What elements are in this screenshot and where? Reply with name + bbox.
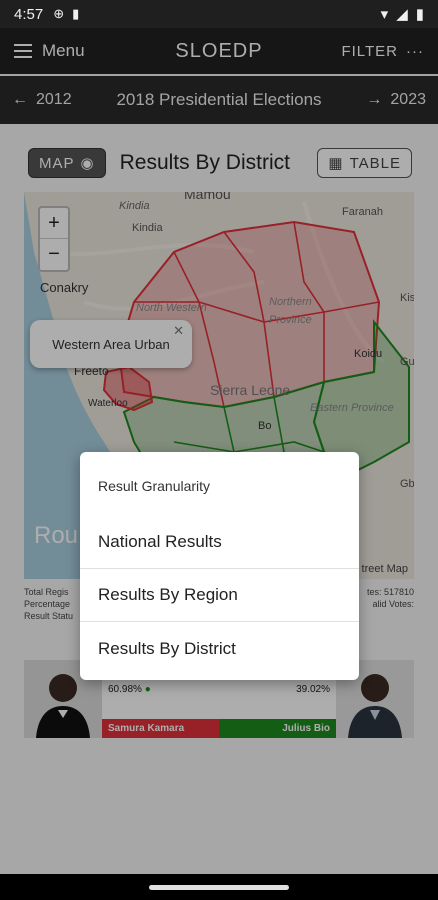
menu-item-district[interactable]: Results By District (80, 622, 359, 675)
menu-item-national[interactable]: National Results (80, 516, 359, 569)
status-icons: ▾ ◢ ▮ (381, 5, 424, 23)
granularity-menu: Result Granularity National Results Resu… (80, 452, 359, 680)
menu-item-region[interactable]: Results By Region (80, 569, 359, 622)
home-indicator[interactable] (149, 884, 289, 890)
battery-icon: ▮ (415, 6, 424, 23)
vpn-icon: ⊕ (53, 6, 65, 21)
signal-icon: ◢ (396, 6, 408, 23)
granularity-menu-title: Result Granularity (98, 478, 211, 494)
status-time: 4:57 (14, 5, 44, 23)
wifi-icon: ▾ (380, 6, 389, 23)
sd-card-icon: ▮ (72, 6, 80, 21)
status-bar: 4:57 ⊕ ▮ ▾ ◢ ▮ (0, 0, 438, 28)
gesture-bar (0, 874, 438, 900)
modal-scrim[interactable] (0, 28, 438, 874)
